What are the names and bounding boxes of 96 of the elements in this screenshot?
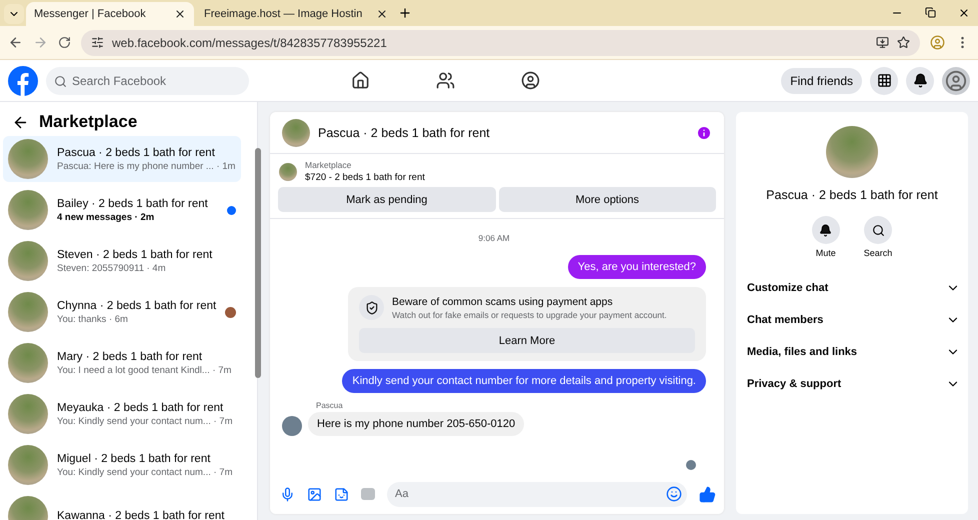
friends-icon[interactable] xyxy=(436,71,455,90)
close-icon[interactable] xyxy=(376,8,388,20)
reload-icon[interactable] xyxy=(58,36,71,49)
sent-message: Yes, are you interested? xyxy=(568,255,706,279)
warning-title: Beware of common scams using payment apps xyxy=(392,296,614,308)
browser-tab[interactable]: Messenger | Facebook xyxy=(26,2,194,26)
profile-icon[interactable] xyxy=(930,35,945,50)
warning-text: Watch out for fake emails or requests to upgrade your payment account. xyxy=(392,310,667,320)
search-icon xyxy=(54,74,67,88)
new-tab-icon[interactable] xyxy=(398,6,412,20)
conversation-name: Chynna · 2 beds 1 bath for rent xyxy=(57,300,216,312)
sticker-icon[interactable] xyxy=(334,486,349,502)
conversation-item[interactable]: Meyauka · 2 beds 1 bath for rent You: Kindly send your contact num... · 7m xyxy=(3,391,242,437)
search-button[interactable] xyxy=(864,216,892,244)
browser-tab[interactable]: Freeimage.host — Image Hostin xyxy=(196,2,396,26)
conversation-item[interactable]: Steven · 2 beds 1 bath for rent Steven: 2055790911 · 4m xyxy=(3,238,242,284)
menu-button[interactable] xyxy=(870,66,898,94)
search-icon xyxy=(872,224,884,236)
find-friends-button[interactable]: Find friends xyxy=(781,68,862,94)
action-label: Mute xyxy=(816,248,836,258)
user-icon xyxy=(945,70,967,92)
received-message: Here is my phone number 205-650-0120 xyxy=(308,412,524,436)
photo-placeholder xyxy=(8,445,48,485)
home-icon[interactable] xyxy=(350,71,370,90)
photo-icon[interactable] xyxy=(307,486,322,502)
message-preview: You: I need a lot good tenant Kindl... · 7m xyxy=(57,364,232,376)
grid-icon xyxy=(876,73,892,88)
chat-title: Pascua · 2 beds 1 bath for rent xyxy=(318,126,491,140)
site-settings-icon[interactable] xyxy=(91,36,104,49)
sender-name: Pascua xyxy=(316,401,344,410)
thumbs-up-icon[interactable] xyxy=(699,486,716,502)
listing-action-button[interactable]: More options xyxy=(498,187,716,212)
photo-placeholder xyxy=(826,126,878,178)
conversation-item[interactable]: Mary · 2 beds 1 bath for rent You: I need a lot good tenant Kindl... · 7m xyxy=(3,340,242,386)
message-preview: You: Kindly send your contact num... · 7m xyxy=(57,416,234,426)
photo-placeholder xyxy=(8,394,48,434)
groups-icon[interactable] xyxy=(520,71,540,90)
notifications-button[interactable] xyxy=(906,66,934,94)
conversation-name: Kawanna · 2 beds 1 bath for rent xyxy=(57,510,226,520)
microphone-icon[interactable] xyxy=(280,486,295,502)
bell-button[interactable] xyxy=(812,216,840,244)
info-icon[interactable] xyxy=(696,124,712,140)
conversation-name: Bailey · 2 beds 1 bath for rent xyxy=(57,198,209,210)
conversation-title: Pascua · 2 beds 1 bath for rent xyxy=(766,188,938,202)
photo-placeholder xyxy=(279,162,297,180)
timestamp: 9:06 AM xyxy=(478,233,510,243)
avatar xyxy=(282,416,302,436)
photo-placeholder xyxy=(282,118,310,146)
read-receipt-avatar xyxy=(686,460,696,470)
listing-action-button[interactable]: Mark as pending xyxy=(278,187,496,212)
message-preview: 4 new messages · 2m xyxy=(57,212,156,222)
section-header[interactable]: Customize chat xyxy=(736,272,968,304)
search-field[interactable]: Search Facebook xyxy=(46,66,249,94)
bell-icon xyxy=(819,224,832,236)
photo-placeholder xyxy=(8,241,48,281)
restore-icon[interactable] xyxy=(925,7,936,18)
close-icon[interactable] xyxy=(958,7,970,19)
section-header[interactable]: Privacy & support xyxy=(736,368,968,400)
sent-message: Kindly send your contact number for more details and property visiting. xyxy=(342,369,706,393)
section-header[interactable]: Media, files and links xyxy=(736,336,968,368)
message-preview: You: thanks · 6m xyxy=(57,314,129,324)
conversation-item[interactable]: Chynna · 2 beds 1 bath for rent You: thanks · 6m xyxy=(3,289,242,335)
conversation-item[interactable]: Miguel · 2 beds 1 bath for rent You: Kindly send your contact num... · 7m xyxy=(3,442,242,488)
photo-placeholder xyxy=(8,190,48,230)
learn-more-button[interactable]: Learn More xyxy=(359,328,695,353)
conversation-item[interactable]: Kawanna · 2 beds 1 bath for rent xyxy=(3,493,242,520)
photo-placeholder xyxy=(8,292,48,332)
bookmark-icon[interactable] xyxy=(897,36,910,49)
message-preview: You: Kindly send your contact num... · 7m xyxy=(57,466,234,478)
photo-placeholder xyxy=(8,343,48,383)
address-bar[interactable]: web.facebook.com/messages/t/8428357783955221 xyxy=(81,30,920,56)
close-icon[interactable] xyxy=(174,8,186,20)
conversation-name: Meyauka · 2 beds 1 bath for rent xyxy=(57,402,224,414)
conversation-name: Mary · 2 beds 1 bath for rent xyxy=(57,350,204,362)
shield-icon xyxy=(359,295,384,320)
account-avatar[interactable] xyxy=(942,66,970,94)
message-preview: Steven: 2055790911 · 4m xyxy=(57,262,167,274)
conversation-name: Miguel · 2 beds 1 bath for rent xyxy=(57,452,212,464)
emoji-icon[interactable] xyxy=(666,486,682,502)
tab-list-button[interactable] xyxy=(4,4,24,24)
listing-title: $720 - 2 beds 1 bath for rent xyxy=(305,172,425,183)
photo-placeholder xyxy=(8,139,48,179)
listing-source: Marketplace xyxy=(305,160,352,170)
action-label: Search xyxy=(864,248,892,258)
message-preview: Pascua: Here is my phone number ... · 1m xyxy=(57,160,236,172)
install-icon[interactable] xyxy=(876,36,889,49)
message-field[interactable]: Aa xyxy=(387,482,687,506)
bell-icon xyxy=(912,73,928,88)
conversation-item[interactable]: Bailey · 2 beds 1 bath for rent 4 new messages · 2m xyxy=(3,187,242,233)
conversation-name: Pascua · 2 beds 1 bath for rent xyxy=(57,146,216,158)
facebook-logo[interactable] xyxy=(8,66,38,96)
back-icon[interactable] xyxy=(8,35,23,50)
section-header[interactable]: Chat members xyxy=(736,304,968,336)
conversation-name: Steven · 2 beds 1 bath for rent xyxy=(57,248,214,260)
conversation-item[interactable]: Pascua · 2 beds 1 bath for rent Pascua: Here is my phone number ... · 1m xyxy=(3,136,242,182)
sidebar-title: Marketplace xyxy=(39,112,138,132)
